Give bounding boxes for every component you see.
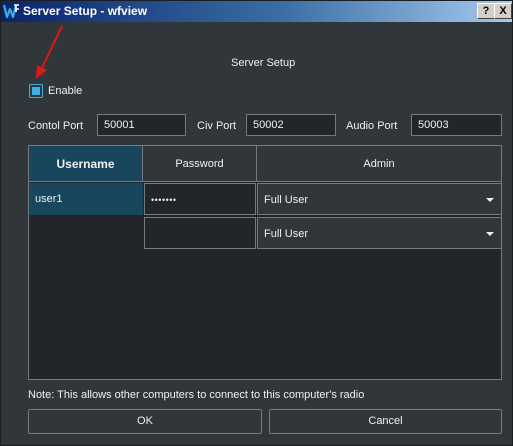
title-bar[interactable]: Server Setup - wfview ? X xyxy=(1,1,512,22)
page-heading: Server Setup xyxy=(231,57,296,69)
civ-port-input[interactable]: 50002 xyxy=(246,114,336,136)
table-row-admin-select[interactable]: Full User xyxy=(257,183,502,215)
users-table: Username Password Admin user1 ••••••• Fu… xyxy=(28,145,502,380)
table-row-password[interactable] xyxy=(144,217,256,249)
chevron-down-icon xyxy=(486,198,494,202)
enable-label: Enable xyxy=(48,85,83,97)
table-row-username[interactable] xyxy=(29,217,143,249)
table-row-username[interactable]: user1 xyxy=(29,183,143,215)
audio-port-label: Audio Port xyxy=(346,120,398,132)
window-title: Server Setup - wfview xyxy=(23,4,148,18)
note-text: Note: This allows other computers to con… xyxy=(28,389,365,401)
audio-port-input[interactable]: 50003 xyxy=(411,114,502,136)
civ-port-label: Civ Port xyxy=(197,120,237,132)
ok-button[interactable]: OK xyxy=(28,409,262,434)
close-button[interactable]: X xyxy=(494,3,512,19)
column-header-password[interactable]: Password xyxy=(143,146,257,182)
cancel-button[interactable]: Cancel xyxy=(269,409,502,434)
admin-select-value: Full User xyxy=(264,228,309,240)
admin-select-value: Full User xyxy=(264,194,309,206)
checkbox-check-icon xyxy=(32,87,40,95)
table-row-password[interactable]: ••••••• xyxy=(144,183,256,215)
table-row-admin-select[interactable]: Full User xyxy=(257,217,502,249)
wfview-logo-icon xyxy=(3,4,19,19)
control-port-input[interactable]: 50001 xyxy=(97,114,186,136)
column-header-username[interactable]: Username xyxy=(29,146,143,182)
column-header-admin[interactable]: Admin xyxy=(257,146,501,182)
password-value: ••••••• xyxy=(151,195,177,205)
help-button[interactable]: ? xyxy=(477,3,495,19)
chevron-down-icon xyxy=(486,232,494,236)
control-port-label: Contol Port xyxy=(28,120,84,132)
enable-checkbox[interactable] xyxy=(29,84,43,98)
server-setup-window: Server Setup - wfview ? X Server Setup E… xyxy=(0,0,513,446)
